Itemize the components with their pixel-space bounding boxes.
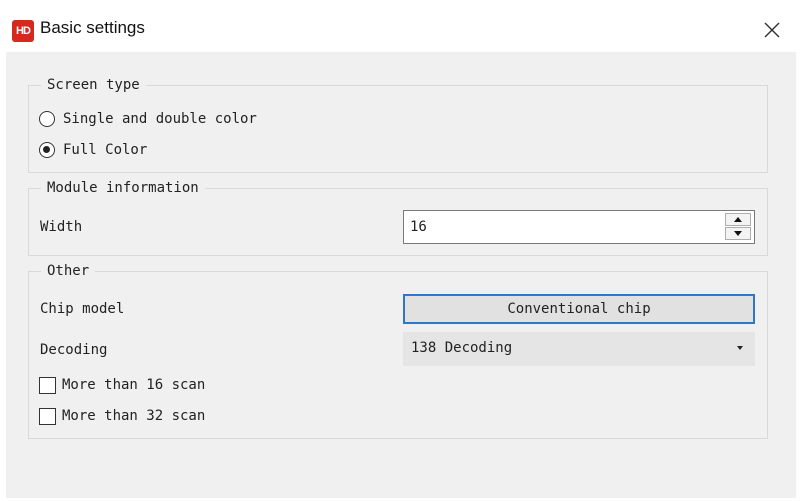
decoding-value: 138 Decoding (411, 340, 513, 356)
decoding-label: Decoding (40, 342, 108, 358)
radio-button-selected[interactable] (39, 142, 55, 158)
radio-label: Full Color (63, 142, 148, 158)
dropdown-arrow-icon (737, 346, 743, 350)
basic-settings-window: HD Basic settings Screen type Single and… (0, 0, 800, 501)
checkbox[interactable] (39, 407, 56, 425)
window-title: Basic settings (40, 18, 145, 37)
spin-buttons (725, 213, 751, 241)
app-logo-icon: HD (12, 20, 34, 42)
chip-model-button[interactable]: Conventional chip (403, 294, 755, 324)
chip-model-label: Chip model (40, 301, 125, 317)
settings-panel: Screen type Single and double color Full… (6, 52, 796, 498)
arrow-up-icon (734, 217, 742, 222)
checkbox-more-than-32-scan[interactable]: More than 32 scan (39, 406, 205, 426)
radio-full-color[interactable]: Full Color (39, 139, 147, 161)
width-spinbox[interactable]: 16 (403, 210, 755, 244)
spin-down-button[interactable] (725, 227, 751, 240)
width-value[interactable]: 16 (410, 219, 427, 235)
checkbox-label: More than 32 scan (62, 408, 206, 424)
checkbox[interactable] (39, 376, 56, 394)
radio-button[interactable] (39, 111, 55, 127)
screen-type-group: Screen type Single and double color Full… (28, 76, 768, 173)
screen-type-legend: Screen type (41, 76, 146, 94)
width-label: Width (40, 219, 83, 235)
checkbox-label: More than 16 scan (62, 377, 206, 393)
other-legend: Other (41, 262, 96, 280)
checkbox-more-than-16-scan[interactable]: More than 16 scan (39, 375, 205, 395)
spin-up-button[interactable] (725, 213, 751, 226)
radio-single-double-color[interactable]: Single and double color (39, 108, 257, 130)
close-button[interactable] (756, 14, 788, 46)
module-information-group: Module information Width 16 (28, 179, 768, 256)
other-group: Other Chip model Conventional chip Decod… (28, 262, 768, 439)
arrow-down-icon (734, 231, 742, 236)
radio-label: Single and double color (63, 111, 257, 127)
close-icon (764, 22, 780, 38)
decoding-select[interactable]: 138 Decoding (403, 332, 755, 366)
module-information-legend: Module information (41, 179, 205, 197)
title-bar: HD Basic settings (0, 0, 800, 52)
